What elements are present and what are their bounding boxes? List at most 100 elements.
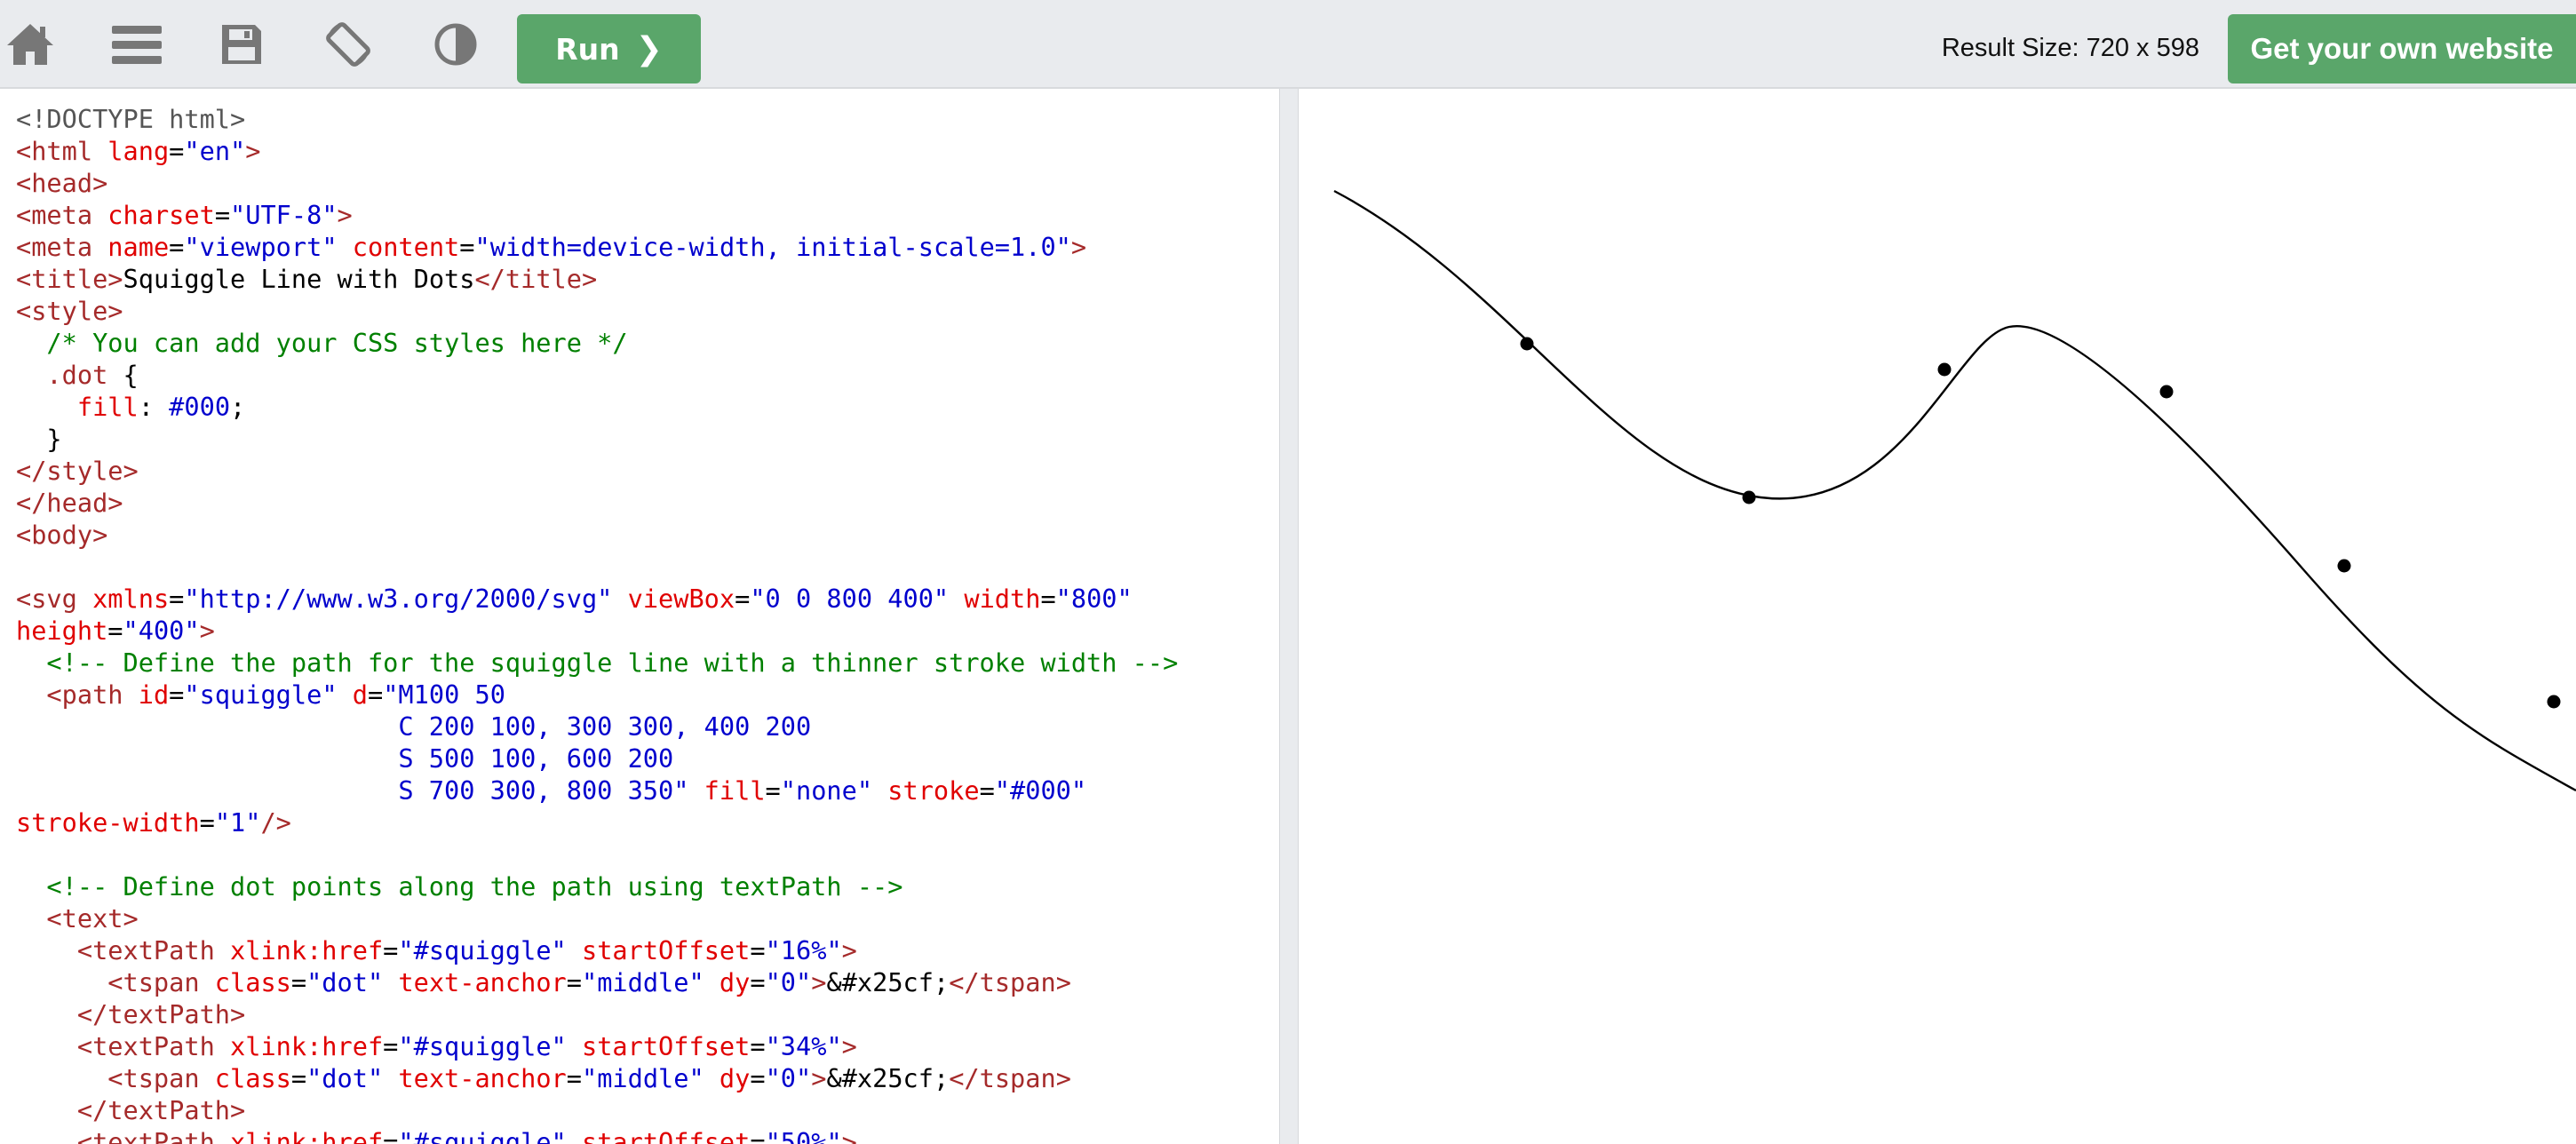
code-line: <meta name="viewport" content="width=dev… [16, 231, 1268, 263]
code-line: </textPath> [16, 998, 1268, 1030]
code-token: &#x25cf; [826, 967, 950, 997]
dot [2547, 695, 2561, 709]
code-token: = [750, 1031, 766, 1061]
code-token: startOffset [581, 1127, 751, 1144]
code-token: = [765, 775, 781, 806]
code-token: <!-- Define the path for the squiggle li… [16, 647, 1179, 678]
toolbar: Run ❯ Result Size: 720 x 598 Get your ow… [0, 0, 2576, 89]
code-token: </tspan> [949, 967, 1071, 997]
code-token: charset [107, 200, 215, 230]
code-line: <body> [16, 519, 1268, 551]
contrast-icon[interactable] [427, 16, 484, 73]
code-token: stroke [887, 775, 980, 806]
code-token: xlink:href [230, 1127, 384, 1144]
save-icon[interactable] [213, 16, 270, 73]
code-token: > [811, 967, 827, 997]
code-token: #000 [169, 392, 231, 422]
code-token: "en" [184, 136, 246, 166]
code-token: = [566, 967, 582, 997]
code-token: > [337, 200, 353, 230]
code-line: <html lang="en"> [16, 135, 1268, 167]
code-token: <head> [16, 168, 108, 198]
code-token: fill [16, 392, 139, 422]
code-token: = [750, 1063, 766, 1093]
code-token: width [964, 584, 1041, 614]
code-token: "16%" [765, 935, 842, 965]
code-token: xmlns [92, 584, 170, 614]
code-token: <tspan [16, 967, 215, 997]
code-token: xlink:href [230, 1031, 384, 1061]
code-token: > [1070, 232, 1087, 262]
code-token: ; [230, 392, 246, 422]
run-button[interactable]: Run ❯ [517, 14, 701, 83]
code-token: <body> [16, 520, 108, 550]
code-token: </head> [16, 488, 123, 518]
code-editor[interactable]: <!DOCTYPE html> <html lang="en"> <head> <me… [0, 89, 1279, 1144]
code-token: "M100 50 [383, 679, 505, 710]
code-line: <!-- Define dot points along the path us… [16, 870, 1268, 902]
code-line: .dot { [16, 359, 1268, 391]
code-token: <text> [16, 903, 139, 933]
code-token: = [169, 584, 185, 614]
code-line: S 700 300, 800 350" fill="none" stroke="… [16, 775, 1268, 806]
code-token: content [352, 232, 460, 262]
code-token: d [352, 679, 368, 710]
code-token: : [138, 392, 170, 422]
code-line: </head> [16, 487, 1268, 519]
code-token: </title> [474, 264, 598, 294]
code-token: = [169, 232, 185, 262]
code-token: "middle" [581, 967, 720, 997]
code-line: <textPath xlink:href="#squiggle" startOf… [16, 1030, 1268, 1062]
menu-icon[interactable] [108, 16, 165, 73]
code-token: "dot" [306, 967, 399, 997]
code-line: <tspan class="dot" text-anchor="middle" … [16, 966, 1268, 998]
code-token: /> [260, 807, 291, 838]
code-token: "viewport" [184, 232, 353, 262]
code-token: = [367, 679, 384, 710]
code-token: <textPath [16, 1127, 231, 1144]
code-token: = [383, 935, 399, 965]
get-own-website-button[interactable]: Get your own website [2228, 14, 2576, 83]
code-token: lang [107, 136, 170, 166]
code-token: = [566, 1063, 582, 1093]
code-token: class [214, 1063, 291, 1093]
home-icon[interactable] [2, 16, 59, 73]
code-token: C 200 100, 300 300, 400 200 [16, 711, 812, 742]
dot [2337, 559, 2351, 573]
code-line: <title>Squiggle Line with Dots</title> [16, 263, 1268, 295]
code-token: = [214, 200, 231, 230]
code-token: = [383, 1127, 399, 1144]
code-token: <!DOCTYPE html> [16, 104, 246, 134]
pane-splitter[interactable] [1279, 89, 1299, 1144]
code-token: "400" [123, 616, 200, 646]
code-token: dy [719, 967, 751, 997]
code-token: "#squiggle" [398, 1031, 582, 1061]
code-token: <html [16, 136, 108, 166]
code-line: </style> [16, 455, 1268, 487]
code-token: xlink:href [230, 935, 384, 965]
code-token: "dot" [306, 1063, 399, 1093]
code-token: "800" [1055, 584, 1133, 614]
code-token: = [290, 967, 307, 997]
code-token: "0 0 800 400" [750, 584, 965, 614]
code-token: > [245, 136, 261, 166]
code-token: "UTF-8" [230, 200, 338, 230]
code-token: /* You can add your CSS styles here */ [16, 328, 628, 358]
code-line: <textPath xlink:href="#squiggle" startOf… [16, 1126, 1268, 1144]
code-token: class [214, 967, 291, 997]
code-token: "http://www.w3.org/2000/svg" [184, 584, 628, 614]
code-token: id [138, 679, 170, 710]
code-content[interactable]: <!DOCTYPE html> <html lang="en"> <head> <me… [16, 103, 1268, 1144]
code-token: = [750, 1127, 766, 1144]
rotate-icon[interactable] [320, 16, 377, 73]
code-token: "0" [765, 1063, 812, 1093]
code-token: = [750, 967, 766, 997]
dot [2159, 385, 2174, 399]
code-token: <svg [16, 584, 93, 614]
code-token: <meta [16, 232, 108, 262]
code-token: = [383, 1031, 399, 1061]
code-token: } [16, 424, 62, 454]
code-token: "squiggle" [184, 679, 353, 710]
